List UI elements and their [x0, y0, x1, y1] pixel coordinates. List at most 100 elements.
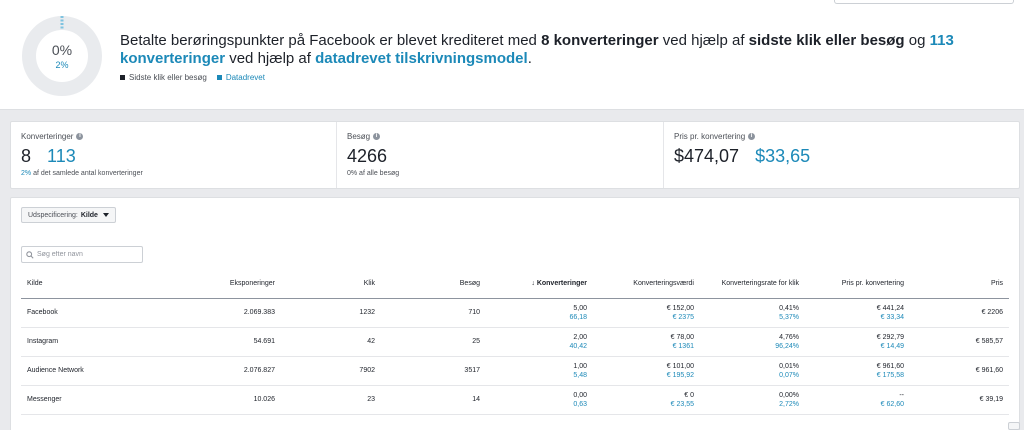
column-header-visits[interactable]: Besøg	[381, 270, 486, 299]
donut-percent: 0%	[51, 42, 73, 58]
cell-clicks: 1232	[281, 298, 381, 328]
headline-data-driven-model: datadrevet tilskrivningsmodel	[315, 50, 528, 67]
cell-price: € 961,60	[910, 356, 1009, 386]
cell-value-data-driven: 0,63	[573, 400, 587, 408]
search-input[interactable]	[37, 251, 137, 258]
metric-visits: Besøg i 4266 0% af alle besøg	[336, 122, 663, 188]
cell-value-data-driven: € 14,49	[880, 342, 904, 350]
legend-item-data-driven: Datadrevet	[216, 73, 265, 82]
cell-value-data-driven: € 2375	[672, 313, 694, 321]
headline-text: ved hjælp af	[658, 32, 749, 49]
metric-subtext: 2% af det samlede antal konverteringer	[21, 170, 326, 177]
table-row: Facebook 2.069.383 1232 710 5,00 66,18 € …	[21, 298, 1009, 328]
cell-impressions: 10.026	[141, 385, 281, 415]
cell-source: Messenger	[21, 385, 141, 415]
cell-value-last-click: 1,00	[573, 362, 587, 370]
column-header-click-conversion-rate[interactable]: Konverteringsrate for klik	[700, 270, 805, 299]
info-icon[interactable]: i	[76, 133, 84, 140]
cell-value-data-driven: € 1361	[672, 342, 694, 350]
headline-text: .	[527, 50, 532, 67]
cell-value-last-click: € 152,00	[666, 304, 694, 312]
cell-value-last-click: € 441,24	[876, 304, 904, 312]
metric-label: Pris pr. konvertering i	[674, 132, 1009, 141]
cell-conversion-value: € 152,00 € 2375	[593, 298, 700, 328]
legend-swatch	[120, 75, 125, 81]
cell-cost-per-conversion: € 292,79 € 14,49	[805, 327, 910, 357]
metric-conversions: Konverteringer i 8 113 2% af det samlede …	[11, 122, 336, 188]
metric-value-data-driven: $33,65	[755, 146, 811, 166]
cell-conversion-rate: 0,00% 2,72%	[700, 385, 805, 415]
metric-values: $474,07 $33,65	[674, 146, 1009, 167]
cell-value-data-driven: 5,48	[573, 371, 587, 379]
cell-clicks: 42	[281, 327, 381, 357]
cell-visits: 3517	[381, 356, 486, 386]
metrics-panel: Konverteringer i 8 113 2% af det samlede …	[10, 121, 1020, 189]
legend-label: Sidste klik eller besøg	[129, 73, 207, 82]
cell-value-last-click: 5,00	[573, 304, 587, 312]
cell-value-last-click: 2,00	[573, 333, 587, 341]
metric-values: 4266	[347, 146, 653, 167]
column-header-conversion-value[interactable]: Konverteringsværdi	[593, 270, 700, 299]
metric-value-last-click: $474,07	[674, 146, 740, 166]
cell-clicks: 7902	[281, 356, 381, 386]
cell-value-data-driven: € 33,34	[880, 313, 904, 321]
cell-impressions: 2.069.383	[141, 298, 281, 328]
legend-label: Datadrevet	[225, 73, 265, 82]
table-row: Audience Network 2.076.827 7902 3517 1,0…	[21, 356, 1009, 386]
cell-conversions: 1,00 5,48	[486, 356, 593, 386]
metric-label-text: Besøg	[347, 132, 371, 141]
metric-value: 4266	[347, 146, 388, 166]
cell-conversion-rate: 4,76% 96,24%	[700, 327, 805, 357]
metric-label-text: Pris pr. konvertering	[674, 132, 746, 141]
metric-label: Konverteringer i	[21, 132, 326, 141]
column-header-impressions[interactable]: Eksponeringer	[141, 270, 281, 299]
column-header-source[interactable]: Kilde	[21, 270, 141, 299]
cell-value-data-driven: 0,07%	[779, 371, 799, 379]
column-header-conversions[interactable]: ↓ Konverteringer	[486, 270, 593, 299]
cell-source: Instagram	[21, 327, 141, 357]
metric-sub-text: af det samlede antal konverteringer	[31, 170, 143, 177]
breakdown-label: Udspecificering:	[28, 211, 78, 219]
scroll-corner-button[interactable]	[1008, 422, 1020, 430]
cell-conversion-rate: 0,01% 0,07%	[700, 356, 805, 386]
info-icon[interactable]: i	[373, 133, 381, 140]
chart-legend: Sidste klik eller besøg Datadrevet	[120, 73, 265, 82]
cell-value-last-click: 4,76%	[779, 333, 799, 341]
search-box	[21, 246, 143, 263]
column-header-cost-per-conversion[interactable]: Pris pr. konvertering	[805, 270, 910, 299]
legend-swatch	[216, 75, 222, 81]
column-header-price[interactable]: Pris	[910, 270, 1009, 299]
headline-text: Betalte berøringspunkter på Facebook er …	[120, 32, 542, 49]
info-icon[interactable]: i	[748, 133, 756, 140]
attribution-headline: Betalte berøringspunkter på Facebook er …	[120, 32, 1000, 68]
sources-table: Kilde Eksponeringer Klik Besøg ↓ Konvert…	[21, 270, 1009, 415]
cell-conversion-value: € 78,00 € 1361	[593, 327, 700, 357]
metric-subtext: 0% af alle besøg	[347, 170, 400, 177]
legend-item-last-click: Sidste klik eller besøg	[120, 73, 207, 82]
headline-last-click-model: sidste klik eller besøg	[748, 32, 905, 49]
breakdown-dropdown[interactable]: Udspecificering: Kilde	[21, 207, 116, 223]
cell-source: Facebook	[21, 298, 141, 328]
metric-value-last-click: 8	[21, 146, 32, 166]
column-header-clicks[interactable]: Klik	[281, 270, 381, 299]
cell-impressions: 2.076.827	[141, 356, 281, 386]
cell-value-data-driven: € 195,92	[666, 371, 694, 379]
cell-visits: 25	[381, 327, 486, 357]
cell-conversion-value: € 0 € 23,55	[593, 385, 700, 415]
cell-cost-per-conversion: -- € 62,60	[805, 385, 910, 415]
metric-sub-percent: 2%	[21, 170, 32, 177]
cell-visits: 710	[381, 298, 486, 328]
breakdown-table-card: Udspecificering: Kilde Kilde Eksponering…	[10, 197, 1020, 430]
cell-conversion-value: € 101,00 € 195,92	[593, 356, 700, 386]
cell-value-data-driven: 66,18	[569, 313, 587, 321]
cell-value-last-click: 0,00	[573, 391, 587, 399]
cell-conversions: 0,00 0,63	[486, 385, 593, 415]
chevron-down-icon	[102, 213, 109, 217]
cell-value-last-click: 0,01%	[779, 362, 799, 370]
top-right-control[interactable]	[834, 0, 1014, 4]
cell-value-last-click: € 101,00	[666, 362, 694, 370]
metric-value-data-driven: 113	[47, 146, 76, 166]
table-header-row: Kilde Eksponeringer Klik Besøg ↓ Konvert…	[21, 270, 1009, 299]
headline-last-click-count: 8 konverteringer	[541, 32, 659, 49]
cell-conversions: 2,00 40,42	[486, 327, 593, 357]
